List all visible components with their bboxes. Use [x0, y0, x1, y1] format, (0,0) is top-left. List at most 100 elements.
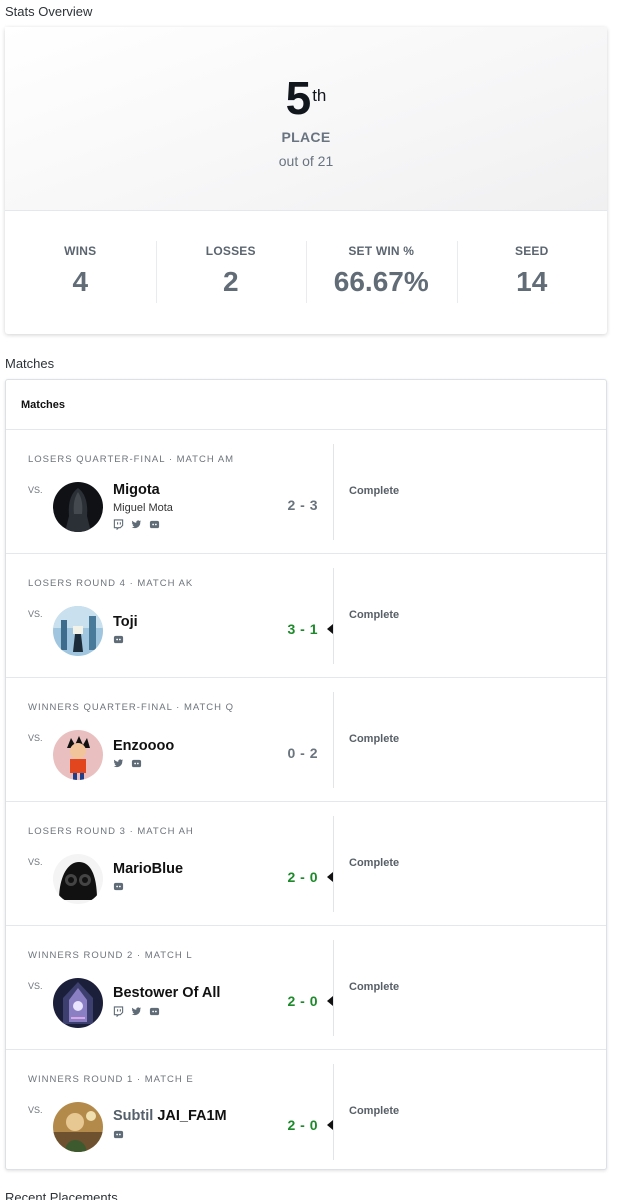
stat-label: WINS [64, 244, 97, 258]
opponent-avatar[interactable] [53, 730, 103, 780]
match-status: Complete [349, 733, 400, 745]
match-row[interactable]: LOSERS ROUND 3 · MATCH AH VS. MarioBlue … [6, 802, 606, 926]
opponent-avatar[interactable] [53, 482, 103, 532]
stat-label: SET WIN % [348, 244, 415, 258]
opponent-avatar[interactable] [53, 1102, 103, 1152]
opponent-tag: JAI_FA1M [157, 1108, 227, 1124]
discord-icon[interactable] [149, 519, 160, 530]
opponent-name[interactable]: MarioBlue [113, 861, 183, 877]
match-score: 2 - 0 [287, 1117, 318, 1133]
match-row[interactable]: LOSERS ROUND 4 · MATCH AK VS. Toji 3 - 1… [6, 554, 606, 678]
opponent-avatar[interactable] [53, 606, 103, 656]
opponent-tag: Enzoooo [113, 738, 175, 754]
social-links [113, 1006, 160, 1017]
vs-label: VS. [28, 609, 43, 619]
discord-icon[interactable] [113, 881, 124, 892]
match-round: WINNERS QUARTER-FINAL · MATCH Q [28, 702, 235, 713]
opponent-name[interactable]: Migota [113, 482, 160, 498]
match-score: 3 - 1 [287, 621, 318, 637]
stats-row: WINS 4 LOSSES 2 SET WIN % 66.67% SEED 14 [5, 211, 607, 333]
twitch-icon[interactable] [113, 519, 124, 530]
match-score: 2 - 0 [287, 869, 318, 885]
match-status: Complete [349, 981, 400, 993]
twitter-icon[interactable] [131, 1006, 142, 1017]
stat-label: LOSSES [205, 244, 256, 258]
match-row[interactable]: LOSERS QUARTER-FINAL · MATCH AM VS. Migo… [6, 430, 606, 554]
stat-losses: LOSSES 2 [155, 241, 307, 303]
stat-label: SEED [515, 244, 549, 258]
stat-value: 2 [222, 266, 239, 297]
vs-label: VS. [28, 1105, 43, 1115]
opponent-real-name: Miguel Mota [113, 502, 173, 514]
stat-value: 14 [516, 266, 548, 297]
matches-card: Matches LOSERS QUARTER-FINAL · MATCH AM … [5, 379, 607, 1170]
matches-card-header: Matches [6, 380, 606, 430]
match-divider [333, 568, 334, 664]
discord-icon[interactable] [149, 1006, 160, 1017]
match-divider [333, 1064, 334, 1160]
vs-label: VS. [28, 733, 43, 743]
placement-number: 5th [5, 73, 607, 123]
opponent-name[interactable]: Enzoooo [113, 738, 174, 754]
stat-seed: SEED 14 [456, 241, 608, 303]
opponent-avatar[interactable] [53, 854, 103, 904]
placement-out-of: out of 21 [278, 153, 334, 169]
match-divider [333, 692, 334, 788]
opponent-tag: Toji [113, 614, 138, 630]
twitter-icon[interactable] [113, 758, 124, 769]
stats-overview-title: Stats Overview [5, 4, 93, 19]
winner-marker-icon [327, 872, 333, 882]
opponent-tag: MarioBlue [113, 861, 184, 877]
discord-icon[interactable] [113, 1129, 124, 1140]
winner-marker-icon [327, 624, 333, 634]
match-round: WINNERS ROUND 2 · MATCH L [28, 950, 193, 961]
social-links [113, 758, 142, 769]
vs-label: VS. [28, 981, 43, 991]
opponent-name[interactable]: Subtil JAI_FA1M [113, 1108, 227, 1124]
match-round: WINNERS ROUND 1 · MATCH E [28, 1074, 194, 1085]
stat-set-win-percent: SET WIN % 66.67% [306, 241, 457, 303]
opponent-tag: Migota [113, 482, 160, 498]
discord-icon[interactable] [113, 634, 124, 645]
match-status: Complete [349, 857, 400, 869]
opponent-name[interactable]: Toji [113, 614, 138, 630]
match-row[interactable]: WINNERS ROUND 1 · MATCH E VS. Subtil JAI… [6, 1050, 606, 1174]
opponent-avatar[interactable] [53, 978, 103, 1028]
match-score: 0 - 2 [287, 745, 318, 761]
match-status: Complete [349, 1105, 400, 1117]
match-divider [333, 816, 334, 912]
stat-value: 66.67% [333, 266, 429, 297]
placement-panel: 5th PLACE out of 21 [5, 27, 607, 211]
match-score: 2 - 3 [287, 497, 318, 513]
vs-label: VS. [28, 485, 43, 495]
opponent-name[interactable]: Bestower Of All [113, 985, 220, 1001]
winner-marker-icon [327, 1120, 333, 1130]
opponent-tag: Bestower Of All [113, 985, 221, 1001]
winner-marker-icon [327, 996, 333, 1006]
placement-value: 5 [285, 72, 312, 124]
match-round: LOSERS ROUND 4 · MATCH AK [28, 578, 194, 589]
match-round: LOSERS ROUND 3 · MATCH AH [28, 826, 194, 837]
social-links [113, 634, 124, 645]
match-round: LOSERS QUARTER-FINAL · MATCH AM [28, 454, 235, 465]
match-row[interactable]: WINNERS ROUND 2 · MATCH L VS. Bestower O… [6, 926, 606, 1050]
matches-section-title: Matches [5, 356, 55, 371]
social-links [113, 519, 160, 530]
opponent-prefix: Subtil [113, 1108, 154, 1124]
social-links [113, 1129, 124, 1140]
recent-placements-title: Recent Placements [5, 1190, 118, 1200]
match-score: 2 - 0 [287, 993, 318, 1009]
discord-icon[interactable] [131, 758, 142, 769]
twitter-icon[interactable] [131, 519, 142, 530]
match-row[interactable]: WINNERS QUARTER-FINAL · MATCH Q VS. Enzo… [6, 678, 606, 802]
match-divider [333, 940, 334, 1036]
stats-overview-card: 5th PLACE out of 21 WINS 4 LOSSES 2 SET … [5, 27, 607, 334]
placement-suffix: th [312, 86, 327, 105]
vs-label: VS. [28, 857, 43, 867]
match-status: Complete [349, 485, 400, 497]
stat-value: 4 [72, 266, 89, 297]
match-status: Complete [349, 609, 400, 621]
placement-label: PLACE [281, 129, 331, 145]
social-links [113, 881, 124, 892]
twitch-icon[interactable] [113, 1006, 124, 1017]
